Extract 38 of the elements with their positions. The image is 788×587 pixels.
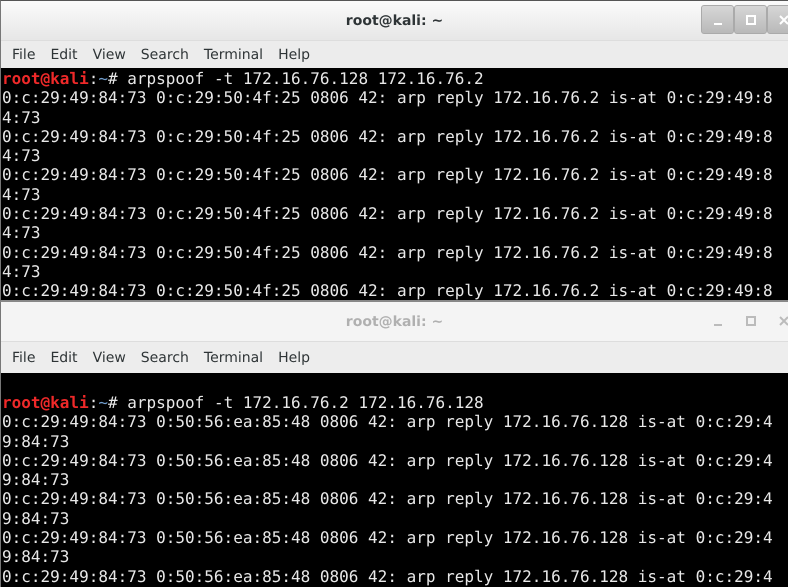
output-line: 0:c:29:49:84:73 0:c:29:50:4f:25 0806 42: arp reply 172.16.76.2 is-at 0:c:29:49:8 [2,204,774,224]
output-line: 4:73 [2,184,42,204]
output-line: 4:73 [2,223,42,243]
output-line: 4:73 [2,146,42,166]
minimize-icon [714,22,722,24]
output-line: 0:c:29:49:84:73 0:50:56:ea:85:48 0806 42: arp reply 172.16.76.128 is-at 0:c:29:4 [2,489,774,509]
output-line: 0:c:29:49:84:73 0:c:29:50:4f:25 0806 42: arp reply 172.16.76.2 is-at 0:c:29:49:8 [2,165,774,185]
maximize-icon [744,314,756,326]
menu-item[interactable]: Search [134,44,196,64]
minimize-icon [714,324,722,326]
menu-item[interactable]: Terminal [196,44,270,64]
output-line: 0:c:29:49:84:73 0:c:29:50:4f:25 0806 42: arp reply 172.16.76.2 is-at 0:c:29:49:8 [2,281,774,300]
window-title: root@kali: ~ [346,314,444,330]
close-icon [778,314,788,326]
close-icon [778,14,788,26]
menu-item[interactable]: File [5,44,42,64]
output-line: 9:84:73 [2,470,70,490]
output-line: 9:84:73 [2,508,70,528]
output-line: 0:c:29:49:84:73 0:50:56:ea:85:48 0806 42: arp reply 172.16.76.128 is-at 0:c:29:4 [2,566,774,586]
menu-item[interactable]: Help [271,44,317,64]
output-line: 0:c:29:49:84:73 0:c:29:50:4f:25 0806 42: arp reply 172.16.76.2 is-at 0:c:29:49:8 [2,88,774,108]
window-title: root@kali: ~ [346,12,444,28]
maximize-button[interactable] [734,5,767,34]
maximize-icon [744,14,756,26]
output-line: 0:c:29:49:84:73 0:50:56:ea:85:48 0806 42: arp reply 172.16.76.128 is-at 0:c:29:4 [2,450,774,470]
command-line: root@kali:~# arpspoof -t 172.16.76.128 172.16.76.2 [2,69,485,88]
output-line: 4:73 [2,108,42,127]
output-line: 9:84:73 [2,547,70,567]
menu-item[interactable]: Edit [43,44,85,64]
output-line: 4:73 [2,262,42,282]
output-line: 0:c:29:49:84:73 0:c:29:50:4f:25 0806 42: arp reply 172.16.76.2 is-at 0:c:29:49:8 [2,126,774,146]
output-line: 0:c:29:49:84:73 0:50:56:ea:85:48 0806 42: arp reply 172.16.76.128 is-at 0:c:29:4 [2,412,774,432]
output-line: 0:c:29:49:84:73 0:50:56:ea:85:48 0806 42: arp reply 172.16.76.128 is-at 0:c:29:4 [2,528,774,548]
output-line: 0:c:29:49:84:73 0:c:29:50:4f:25 0806 42: arp reply 172.16.76.2 is-at 0:c:29:49:8 [2,242,774,262]
minimize-button[interactable] [701,5,734,34]
menu-item[interactable]: View [86,44,133,64]
command-line: root@kali:~# arpspoof -t 172.16.76.2 172.16.76.128 [2,393,485,412]
output-line: 9:84:73 [2,432,70,451]
